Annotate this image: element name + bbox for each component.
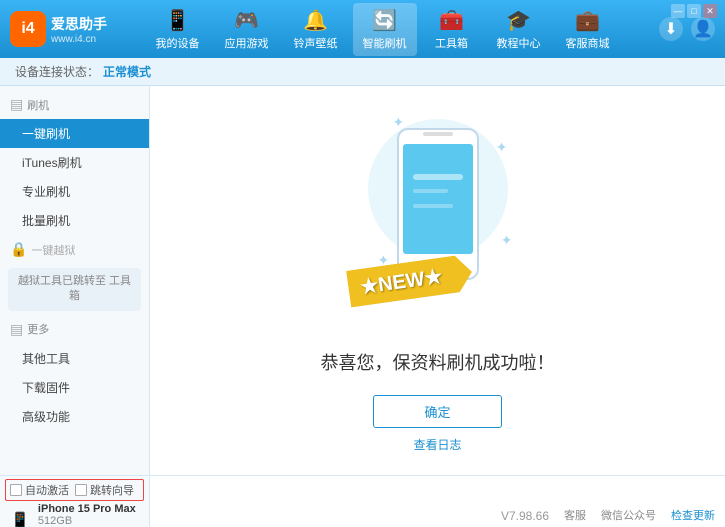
app-name: 爱思助手 — [51, 14, 107, 34]
my-device-icon: 📱 — [165, 8, 190, 33]
sidebar-item-advanced[interactable]: 高级功能 — [0, 402, 149, 431]
goto-guide-checkbox[interactable]: 跳转向导 — [75, 482, 134, 498]
version-label: V7.98.66 — [501, 509, 549, 523]
toolbox-label: 工具箱 — [435, 35, 468, 51]
apps-icon: 🎮 — [234, 8, 259, 33]
device-icon: 📱 — [10, 511, 30, 527]
maximize-button[interactable]: □ — [687, 4, 701, 18]
bottom-status-bar: V7.98.66 客服 微信公众号 检查更新 — [150, 476, 725, 527]
sidebar-group-jailbreak: 🔒 一键越狱 — [0, 235, 149, 264]
device-info: 📱 iPhone 15 Pro Max 512GB iPhone — [5, 501, 144, 527]
check-update-link[interactable]: 检查更新 — [671, 507, 715, 523]
nav-ringtones[interactable]: 🔔 铃声壁纸 — [284, 3, 348, 56]
ringtone-icon: 🔔 — [303, 8, 328, 33]
status-bar: 设备连接状态： 正常模式 — [0, 58, 725, 86]
more-group-label: 更多 — [27, 321, 49, 337]
other-tools-label: 其他工具 — [22, 352, 70, 366]
device-name: iPhone 15 Pro Max — [38, 503, 136, 515]
tutorial-icon: 🎓 — [506, 8, 531, 33]
one-key-flash-label: 一键刷机 — [22, 127, 70, 141]
pro-flash-label: 专业刷机 — [22, 185, 70, 199]
sidebar-item-pro-flash[interactable]: 专业刷机 — [0, 177, 149, 206]
flash-label: 智能刷机 — [363, 35, 407, 51]
sidebar-item-itunes-flash[interactable]: iTunes刷机 — [0, 148, 149, 177]
sidebar-group-more: ▤ 更多 — [0, 315, 149, 344]
itunes-flash-label: iTunes刷机 — [22, 156, 82, 170]
main-content: ✦ ✦ ✦ ✦ — [150, 86, 725, 475]
bottom-sidebar: 自动激活 跳转向导 📱 iPhone 15 Pro Max 512GB iPho… — [0, 476, 150, 527]
tutorial-label: 教程中心 — [497, 35, 541, 51]
new-ribbon: ★NEW★ — [346, 253, 474, 307]
lock-icon: 🔒 — [10, 241, 27, 258]
client-service-link[interactable]: 客服 — [564, 507, 586, 523]
ringtone-label: 铃声壁纸 — [294, 35, 338, 51]
device-details: iPhone 15 Pro Max 512GB iPhone — [38, 503, 136, 527]
sidebar-group-flash: ▤ 刷机 — [0, 90, 149, 119]
service-icon: 💼 — [575, 8, 600, 33]
apps-label: 应用游戏 — [225, 35, 269, 51]
nav-bar: 📱 我的设备 🎮 应用游戏 🔔 铃声壁纸 🔄 智能刷机 🧰 工具箱 🎓 — [130, 3, 635, 56]
sidebar-item-download-firmware[interactable]: 下载固件 — [0, 373, 149, 402]
phone-illustration: ✦ ✦ ✦ ✦ — [338, 109, 538, 329]
device-storage: 512GB — [38, 515, 136, 527]
jailbreak-label: 一键越狱 — [31, 242, 75, 258]
auto-activate-check[interactable] — [10, 484, 22, 496]
sidebar-item-one-key-flash[interactable]: 一键刷机 — [0, 119, 149, 148]
view-log-link[interactable]: 查看日志 — [413, 436, 461, 453]
nav-tutorial[interactable]: 🎓 教程中心 — [487, 3, 551, 56]
nav-apps-games[interactable]: 🎮 应用游戏 — [215, 3, 279, 56]
app-url: www.i4.cn — [51, 34, 107, 45]
user-button[interactable]: 👤 — [691, 17, 715, 41]
flash-group-icon: ▤ — [10, 96, 23, 113]
logo-icon: i4 — [10, 11, 46, 47]
header-right: ⬇ 👤 — [635, 17, 715, 41]
service-label: 客服商城 — [566, 35, 610, 51]
auto-activate-label: 自动激活 — [25, 482, 69, 498]
jailbreak-notice: 越狱工具已跳转至 工具箱 — [8, 268, 141, 311]
window-controls: — □ ✕ — [671, 4, 717, 18]
my-device-label: 我的设备 — [156, 35, 200, 51]
advanced-label: 高级功能 — [22, 410, 70, 424]
batch-flash-label: 批量刷机 — [22, 214, 70, 228]
close-button[interactable]: ✕ — [703, 4, 717, 18]
header: i4 爱思助手 www.i4.cn 📱 我的设备 🎮 应用游戏 🔔 铃声壁纸 🔄… — [0, 0, 725, 58]
auto-actions-box: 自动激活 跳转向导 — [5, 479, 144, 501]
success-message: 恭喜您，保资料刷机成功啦！ — [321, 349, 555, 375]
notice-text: 越狱工具已跳转至 工具箱 — [18, 275, 131, 302]
new-text: ★NEW★ — [359, 265, 444, 298]
sidebar: ▤ 刷机 一键刷机 iTunes刷机 专业刷机 批量刷机 🔒 一键越狱 越狱工具… — [0, 86, 150, 475]
download-firmware-label: 下载固件 — [22, 381, 70, 395]
nav-my-device[interactable]: 📱 我的设备 — [146, 3, 210, 56]
flash-icon: 🔄 — [372, 8, 397, 33]
flash-group-label: 刷机 — [27, 97, 49, 113]
star-icon-2: ✦ — [496, 139, 508, 156]
goto-guide-check[interactable] — [75, 484, 87, 496]
nav-smart-flash[interactable]: 🔄 智能刷机 — [353, 3, 417, 56]
nav-service[interactable]: 💼 客服商城 — [556, 3, 620, 56]
status-prefix: 设备连接状态： — [15, 63, 99, 80]
download-button[interactable]: ⬇ — [659, 17, 683, 41]
toolbox-icon: 🧰 — [439, 8, 464, 33]
logo-area: i4 爱思助手 www.i4.cn — [10, 11, 130, 47]
minimize-button[interactable]: — — [671, 4, 685, 18]
sidebar-item-other-tools[interactable]: 其他工具 — [0, 344, 149, 373]
star-icon-3: ✦ — [501, 232, 513, 249]
confirm-button[interactable]: 确定 — [373, 395, 501, 428]
nav-toolbox[interactable]: 🧰 工具箱 — [422, 3, 482, 56]
logo-text: 爱思助手 www.i4.cn — [51, 14, 107, 45]
goto-guide-label: 跳转向导 — [90, 482, 134, 498]
more-icon: ▤ — [10, 321, 23, 338]
bottom-panel: 自动激活 跳转向导 📱 iPhone 15 Pro Max 512GB iPho… — [0, 475, 725, 527]
wechat-link[interactable]: 微信公众号 — [601, 507, 656, 523]
status-value: 正常模式 — [103, 63, 151, 80]
auto-activate-checkbox[interactable]: 自动激活 — [10, 482, 69, 498]
sidebar-item-batch-flash[interactable]: 批量刷机 — [0, 206, 149, 235]
